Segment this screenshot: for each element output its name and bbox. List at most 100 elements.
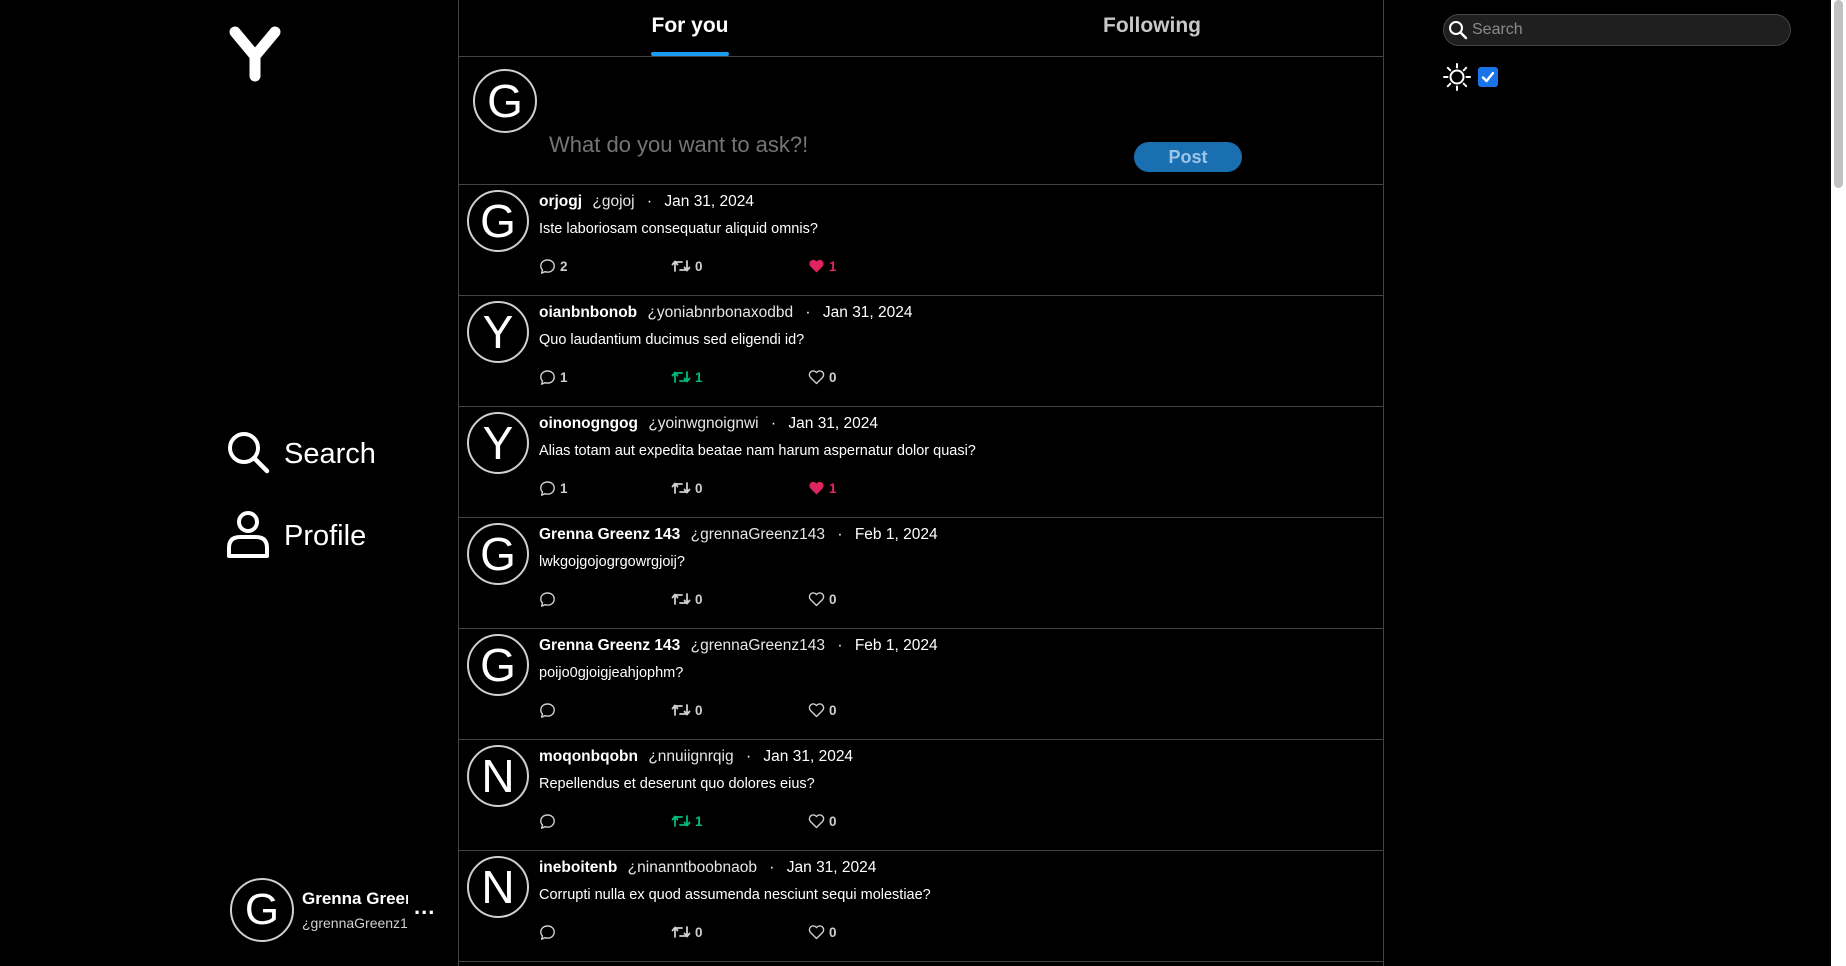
- separator-dot: ·: [745, 748, 752, 765]
- post-avatar[interactable]: N: [467, 745, 529, 807]
- repost-icon: [671, 813, 695, 829]
- post-item[interactable]: N moqonbqobn ¿nnuiignrqig · Jan 31, 2024…: [459, 740, 1383, 851]
- repost-button[interactable]: 1: [671, 369, 703, 385]
- repost-icon: [671, 258, 695, 274]
- nav-profile-label: Profile: [284, 520, 367, 552]
- reply-button[interactable]: [539, 702, 560, 719]
- repost-button[interactable]: 0: [671, 258, 703, 274]
- reply-button[interactable]: [539, 813, 560, 830]
- tab-for-you-label: For you: [651, 14, 729, 37]
- post-author-handle[interactable]: ¿grennaGreenz143: [691, 526, 825, 543]
- post-author-name[interactable]: ineboitenb: [539, 859, 617, 876]
- reply-button[interactable]: 1: [539, 480, 568, 497]
- post-author-name[interactable]: moqonbqobn: [539, 748, 638, 765]
- like-button[interactable]: 0: [808, 369, 837, 385]
- reply-icon: [539, 702, 560, 719]
- post-author-handle[interactable]: ¿gojoj: [592, 193, 634, 210]
- repost-button[interactable]: 0: [671, 591, 703, 607]
- repost-button[interactable]: 1: [671, 813, 703, 829]
- y-logo-icon[interactable]: [229, 26, 281, 82]
- like-count: 0: [829, 924, 837, 940]
- reply-icon: [539, 813, 560, 830]
- main-feed: For you Following G Post G orjogj ¿gojoj…: [458, 0, 1384, 966]
- post-item[interactable]: Y oianbnbonob ¿yoniabnrbonaxodbd · Jan 3…: [459, 296, 1383, 407]
- post-avatar[interactable]: G: [467, 190, 529, 252]
- post-text: Iste laboriosam consequatur aliquid omni…: [539, 221, 818, 237]
- post-author-handle[interactable]: ¿ninanntboobnaob: [628, 859, 757, 876]
- post-avatar[interactable]: Y: [467, 412, 529, 474]
- post-author-handle[interactable]: ¿yoinwgnoignwi: [648, 415, 758, 432]
- repost-button[interactable]: 0: [671, 480, 703, 496]
- post-date: Jan 31, 2024: [664, 193, 755, 210]
- like-button[interactable]: 0: [808, 702, 837, 718]
- post-date: Feb 1, 2024: [854, 637, 938, 654]
- post-author-name[interactable]: Grenna Greenz 143: [539, 637, 680, 654]
- post-item[interactable]: G orjogj ¿gojoj · Jan 31, 2024 Iste labo…: [459, 185, 1383, 296]
- like-button[interactable]: 0: [808, 924, 837, 940]
- account-switcher[interactable]: G Grenna Greenz 143 ¿grennaGreenz143 ...: [230, 878, 442, 942]
- like-count: 0: [829, 591, 837, 607]
- like-button[interactable]: 1: [808, 258, 837, 274]
- reply-button[interactable]: 1: [539, 369, 568, 386]
- post-list: G orjogj ¿gojoj · Jan 31, 2024 Iste labo…: [459, 185, 1383, 962]
- like-count: 1: [829, 258, 837, 274]
- person-icon: [226, 510, 270, 563]
- repost-count: 1: [695, 369, 703, 385]
- post-avatar[interactable]: G: [467, 523, 529, 585]
- post-header: oianbnbonob ¿yoniabnrbonaxodbd · Jan 31,…: [539, 304, 913, 322]
- repost-count: 0: [695, 480, 703, 496]
- post-author-name[interactable]: Grenna Greenz 143: [539, 526, 680, 543]
- repost-icon: [671, 924, 695, 940]
- post-author-handle[interactable]: ¿nnuiignrqig: [648, 748, 733, 765]
- tab-for-you[interactable]: For you: [459, 0, 921, 56]
- post-date: Jan 31, 2024: [788, 415, 879, 432]
- more-icon[interactable]: ...: [414, 894, 435, 920]
- post-text: Quo laudantium ducimus sed eligendi id?: [539, 332, 805, 348]
- left-sidebar: Search Profile G Grenna Greenz 143 ¿gren…: [0, 0, 458, 966]
- sun-icon: [1442, 62, 1472, 92]
- like-button[interactable]: 0: [808, 591, 837, 607]
- post-avatar[interactable]: Y: [467, 301, 529, 363]
- reply-button[interactable]: [539, 924, 560, 941]
- post-date: Jan 31, 2024: [763, 748, 854, 765]
- post-author-name[interactable]: orjogj: [539, 193, 582, 210]
- post-item[interactable]: G Grenna Greenz 143 ¿grennaGreenz143 · F…: [459, 629, 1383, 740]
- post-button[interactable]: Post: [1134, 142, 1242, 172]
- heart-icon: [808, 369, 829, 385]
- like-count: 0: [829, 369, 837, 385]
- post-author-handle[interactable]: ¿grennaGreenz143: [691, 637, 825, 654]
- post-avatar[interactable]: N: [467, 856, 529, 918]
- nav-search[interactable]: Search: [226, 430, 376, 479]
- post-date: Feb 1, 2024: [854, 526, 938, 543]
- separator-dot: ·: [770, 415, 777, 432]
- reply-icon: [539, 258, 560, 275]
- post-author-name[interactable]: oianbnbonob: [539, 304, 637, 321]
- reply-button[interactable]: [539, 591, 560, 608]
- scrollbar-thumb[interactable]: [1834, 0, 1843, 188]
- post-item[interactable]: Y oinonogngog ¿yoinwgnoignwi · Jan 31, 2…: [459, 407, 1383, 518]
- tab-following[interactable]: Following: [921, 0, 1383, 56]
- like-button[interactable]: 1: [808, 480, 837, 496]
- reply-button[interactable]: 2: [539, 258, 568, 275]
- account-names: Grenna Greenz 143 ¿grennaGreenz143: [302, 889, 408, 931]
- theme-checkbox[interactable]: [1478, 67, 1498, 87]
- post-item[interactable]: N ineboitenb ¿ninanntboobnaob · Jan 31, …: [459, 851, 1383, 962]
- post-author-handle[interactable]: ¿yoniabnrbonaxodbd: [647, 304, 793, 321]
- theme-toggle: [1442, 62, 1498, 92]
- nav-profile[interactable]: Profile: [226, 510, 366, 563]
- post-avatar[interactable]: G: [467, 634, 529, 696]
- search-icon: [1448, 20, 1468, 40]
- post-date: Jan 31, 2024: [786, 859, 877, 876]
- repost-count: 0: [695, 702, 703, 718]
- repost-icon: [671, 480, 695, 496]
- like-button[interactable]: 0: [808, 813, 837, 829]
- heart-icon: [808, 258, 829, 274]
- post-item[interactable]: G Grenna Greenz 143 ¿grennaGreenz143 · F…: [459, 518, 1383, 629]
- post-author-name[interactable]: oinonogngog: [539, 415, 638, 432]
- page-scrollbar[interactable]: [1831, 0, 1846, 966]
- search-box[interactable]: [1443, 14, 1791, 46]
- repost-button[interactable]: 0: [671, 702, 703, 718]
- repost-button[interactable]: 0: [671, 924, 703, 940]
- post-text: Alias totam aut expedita beatae nam haru…: [539, 443, 976, 459]
- search-input[interactable]: [1470, 20, 1774, 40]
